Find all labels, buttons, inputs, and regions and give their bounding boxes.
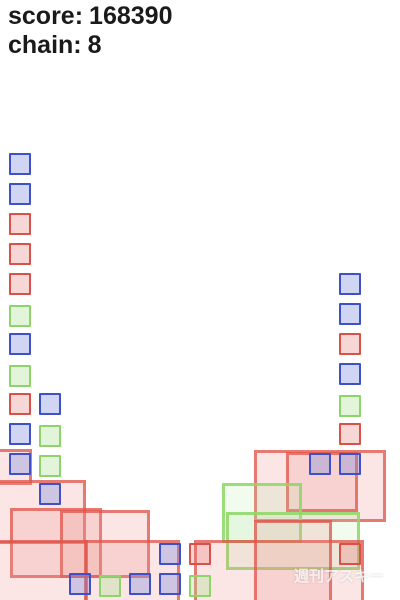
publisher-watermark: 週刊アスキー bbox=[293, 567, 384, 585]
tile-red[interactable] bbox=[9, 393, 31, 415]
tile-blue[interactable] bbox=[9, 453, 31, 475]
tile-red[interactable] bbox=[339, 423, 361, 445]
chain-label: chain: bbox=[8, 31, 82, 59]
tile-blue[interactable] bbox=[69, 573, 91, 595]
tile-red[interactable] bbox=[9, 243, 31, 265]
tile-blue[interactable] bbox=[129, 573, 151, 595]
tile-red[interactable] bbox=[9, 273, 31, 295]
score-display: score: 168390 bbox=[8, 2, 172, 30]
tile-blue[interactable] bbox=[159, 543, 181, 565]
tile-blue[interactable] bbox=[339, 363, 361, 385]
tile-blue[interactable] bbox=[339, 273, 361, 295]
tile-blue[interactable] bbox=[339, 303, 361, 325]
game-board[interactable]: score: 168390 chain: 8 週刊アスキー bbox=[0, 0, 400, 600]
tile-blue[interactable] bbox=[9, 423, 31, 445]
chain-value: 8 bbox=[87, 31, 102, 59]
tile-blue[interactable] bbox=[39, 483, 61, 505]
tile-blue[interactable] bbox=[9, 333, 31, 355]
chain-display: chain: 8 bbox=[8, 31, 102, 59]
tile-red[interactable] bbox=[9, 213, 31, 235]
tile-red[interactable] bbox=[189, 543, 211, 565]
tile-blue[interactable] bbox=[339, 453, 361, 475]
tile-blue[interactable] bbox=[39, 393, 61, 415]
tile-blue[interactable] bbox=[159, 573, 181, 595]
tile-red[interactable] bbox=[339, 543, 361, 565]
tile-blue[interactable] bbox=[309, 453, 331, 475]
tile-green[interactable] bbox=[9, 305, 31, 327]
tile-green[interactable] bbox=[9, 365, 31, 387]
tile-red[interactable] bbox=[339, 333, 361, 355]
tile-green[interactable] bbox=[39, 425, 61, 447]
score-value: 168390 bbox=[89, 2, 173, 30]
tile-green[interactable] bbox=[189, 575, 211, 597]
tile-blue[interactable] bbox=[9, 183, 31, 205]
tile-blue[interactable] bbox=[9, 153, 31, 175]
tile-green[interactable] bbox=[99, 575, 121, 597]
score-label: score: bbox=[8, 2, 84, 30]
tile-green[interactable] bbox=[339, 395, 361, 417]
tile-green[interactable] bbox=[39, 455, 61, 477]
chain-burst-effect bbox=[254, 520, 332, 600]
